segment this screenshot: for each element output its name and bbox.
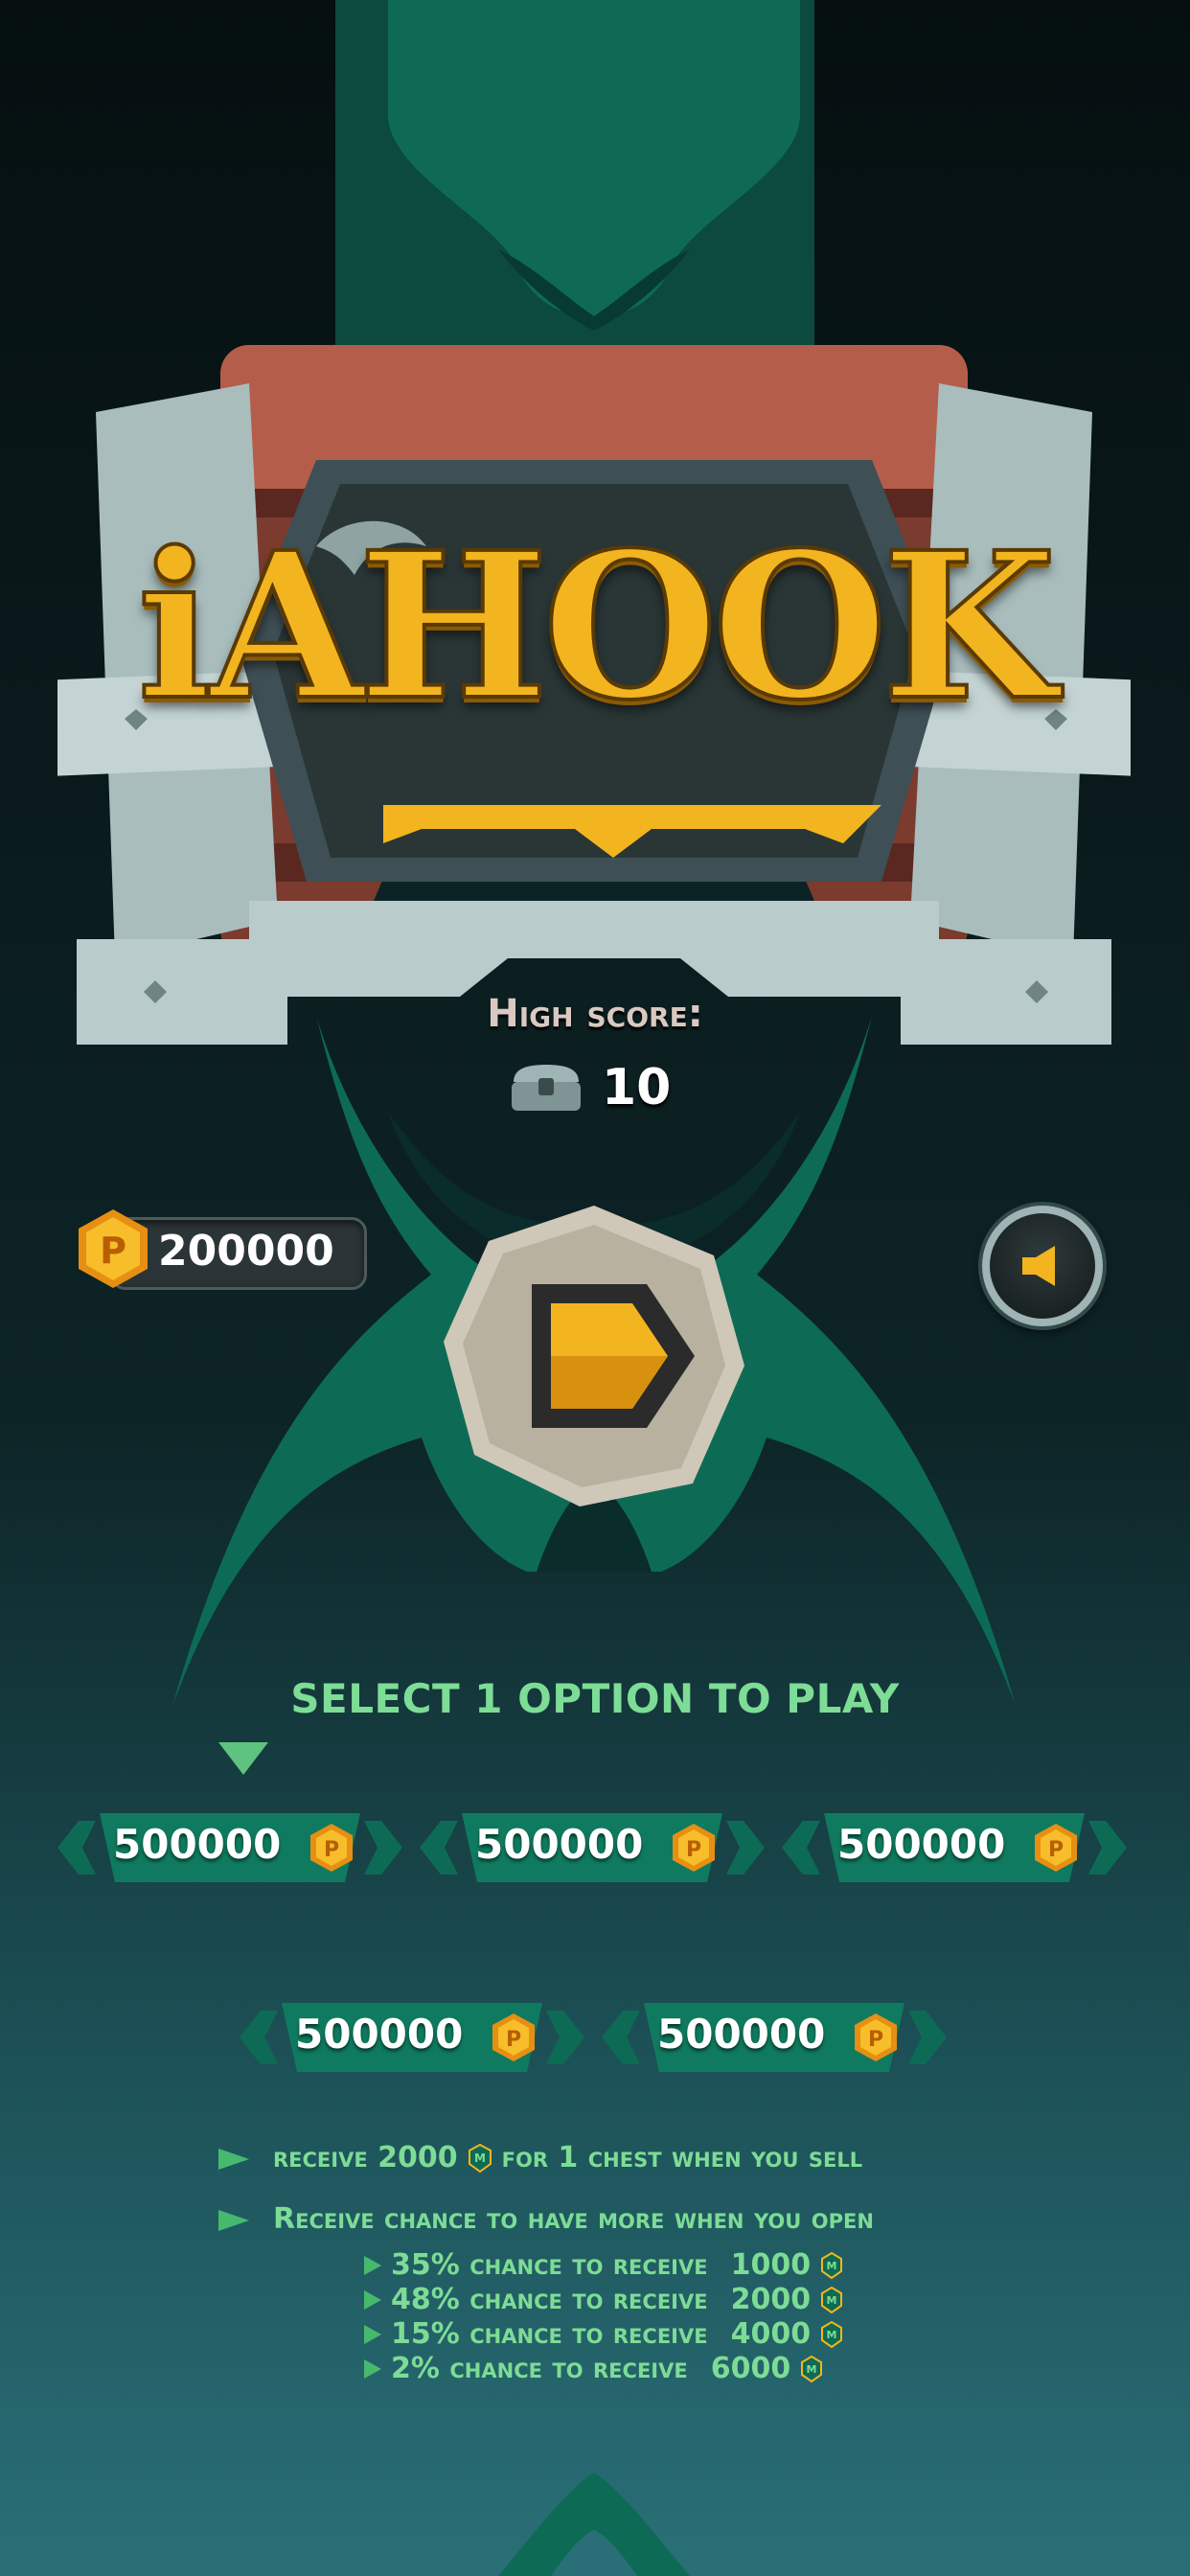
option-amount: 500000 <box>837 1821 1006 1868</box>
option-button-4[interactable]: 500000 P <box>240 1991 584 2083</box>
chest-small-icon <box>512 1065 581 1111</box>
select-option-title: SELECT 1 OPTION TO PLAY <box>290 1675 900 1722</box>
open-info: Receive chance to have more when you ope… <box>273 2202 874 2236</box>
bullet-icon <box>218 2210 249 2231</box>
svg-text:M: M <box>827 2294 837 2307</box>
sell-info-prefix: receive 2000 <box>273 2141 458 2174</box>
svg-text:P: P <box>100 1230 126 1272</box>
option-button-1[interactable]: 500000 P <box>57 1802 402 1894</box>
coin-icon: P <box>310 1824 353 1872</box>
gem-icon: M <box>801 2355 823 2382</box>
coin-icon: P <box>855 2013 897 2061</box>
bullet-icon <box>364 2324 381 2344</box>
chance-amount: 6000 <box>710 2352 791 2385</box>
gem-icon: M <box>821 2320 843 2348</box>
speaker-icon <box>1022 1246 1055 1286</box>
svg-text:M: M <box>474 2151 486 2165</box>
sell-info-suffix: for 1 chest when you sell <box>501 2141 863 2174</box>
svg-text:P: P <box>686 1838 701 1862</box>
bullet-icon <box>364 2289 381 2310</box>
option-button-2[interactable]: 500000 P <box>420 1802 765 1894</box>
gem-icon: M <box>468 2143 492 2173</box>
chance-text: 15% chance to receive <box>391 2317 708 2351</box>
chest-logo: iAHOOK <box>38 307 1150 1073</box>
sound-button[interactable] <box>982 1206 1103 1326</box>
coin-icon: P <box>1035 1824 1077 1872</box>
option-amount: 500000 <box>113 1821 282 1868</box>
chance-row: 35% chance to receive 1000 M <box>364 2248 843 2282</box>
svg-text:P: P <box>506 2028 521 2052</box>
gem-icon: M <box>821 2251 843 2279</box>
option-amount: 500000 <box>295 2011 464 2058</box>
option-button-3[interactable]: 500000 P <box>782 1802 1127 1894</box>
chance-row: 15% chance to receive 4000 M <box>364 2317 843 2351</box>
chance-amount: 4000 <box>730 2317 812 2351</box>
svg-text:M: M <box>827 2260 837 2272</box>
chance-text: 48% chance to receive <box>391 2283 708 2316</box>
svg-text:M: M <box>807 2363 817 2376</box>
coin-icon: P <box>673 1824 715 1872</box>
chance-amount: 1000 <box>730 2248 812 2282</box>
option-amount: 500000 <box>657 2011 826 2058</box>
bullet-icon <box>218 2149 249 2170</box>
bullet-icon <box>364 2255 381 2275</box>
option-button-5[interactable]: 500000 P <box>602 1991 947 2083</box>
sell-info: receive 2000 M for 1 chest when you sell <box>273 2141 862 2174</box>
coin-icon: P <box>492 2013 535 2061</box>
chance-row: 2% chance to receive 6000 M <box>364 2352 823 2385</box>
gem-icon: M <box>821 2286 843 2313</box>
bullet-icon <box>364 2358 381 2379</box>
high-score-value: 10 <box>602 1059 672 1116</box>
chance-text: 35% chance to receive <box>391 2248 708 2282</box>
play-button[interactable] <box>436 1198 752 1514</box>
selection-pointer-icon <box>218 1742 268 1775</box>
svg-text:P: P <box>1048 1838 1064 1862</box>
chance-row: 48% chance to receive 2000 M <box>364 2283 843 2316</box>
high-score: 10 <box>508 1054 671 1121</box>
high-score-label: High score: <box>487 992 703 1036</box>
coin-icon: P <box>75 1206 151 1297</box>
svg-text:P: P <box>324 1838 339 1862</box>
svg-text:M: M <box>827 2329 837 2341</box>
game-title: iAHOOK <box>135 506 1059 747</box>
svg-text:P: P <box>868 2028 883 2052</box>
coin-balance-value: 200000 <box>158 1227 334 1276</box>
chance-amount: 2000 <box>730 2283 812 2316</box>
option-amount: 500000 <box>475 1821 644 1868</box>
chance-text: 2% chance to receive <box>391 2352 688 2385</box>
